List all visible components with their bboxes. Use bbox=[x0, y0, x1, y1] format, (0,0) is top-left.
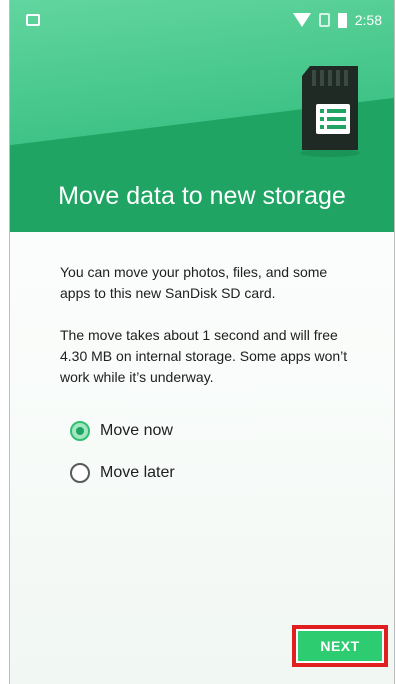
move-later-label: Move later bbox=[100, 464, 175, 481]
phone-screen: 2:58 Move data to new storage You can mo… bbox=[9, 0, 395, 684]
next-highlight-box: NEXT bbox=[292, 625, 388, 667]
sd-card-icon bbox=[300, 66, 360, 157]
wifi-icon bbox=[292, 13, 311, 27]
no-sim-icon bbox=[318, 13, 330, 27]
status-bar: 2:58 bbox=[10, 0, 394, 40]
move-later-option[interactable]: Move later bbox=[70, 458, 175, 488]
status-time: 2:58 bbox=[354, 12, 382, 28]
move-options-radio-group: Move now Move later bbox=[70, 416, 175, 500]
battery-icon bbox=[337, 12, 347, 28]
radio-checked-icon[interactable] bbox=[70, 421, 90, 441]
status-icons: 2:58 bbox=[292, 10, 382, 30]
move-now-label: Move now bbox=[100, 422, 173, 439]
description-paragraph-1: You can move your photos, files, and som… bbox=[60, 264, 328, 301]
move-now-option[interactable]: Move now bbox=[70, 416, 175, 446]
next-button[interactable]: NEXT bbox=[298, 631, 382, 661]
description-paragraph-2: The move takes about 1 second and will f… bbox=[60, 327, 348, 385]
hero-header: 2:58 Move data to new storage bbox=[10, 0, 394, 232]
page-title: Move data to new storage bbox=[58, 182, 346, 210]
radio-unchecked-icon[interactable] bbox=[70, 463, 90, 483]
image-notification-icon bbox=[26, 14, 40, 26]
